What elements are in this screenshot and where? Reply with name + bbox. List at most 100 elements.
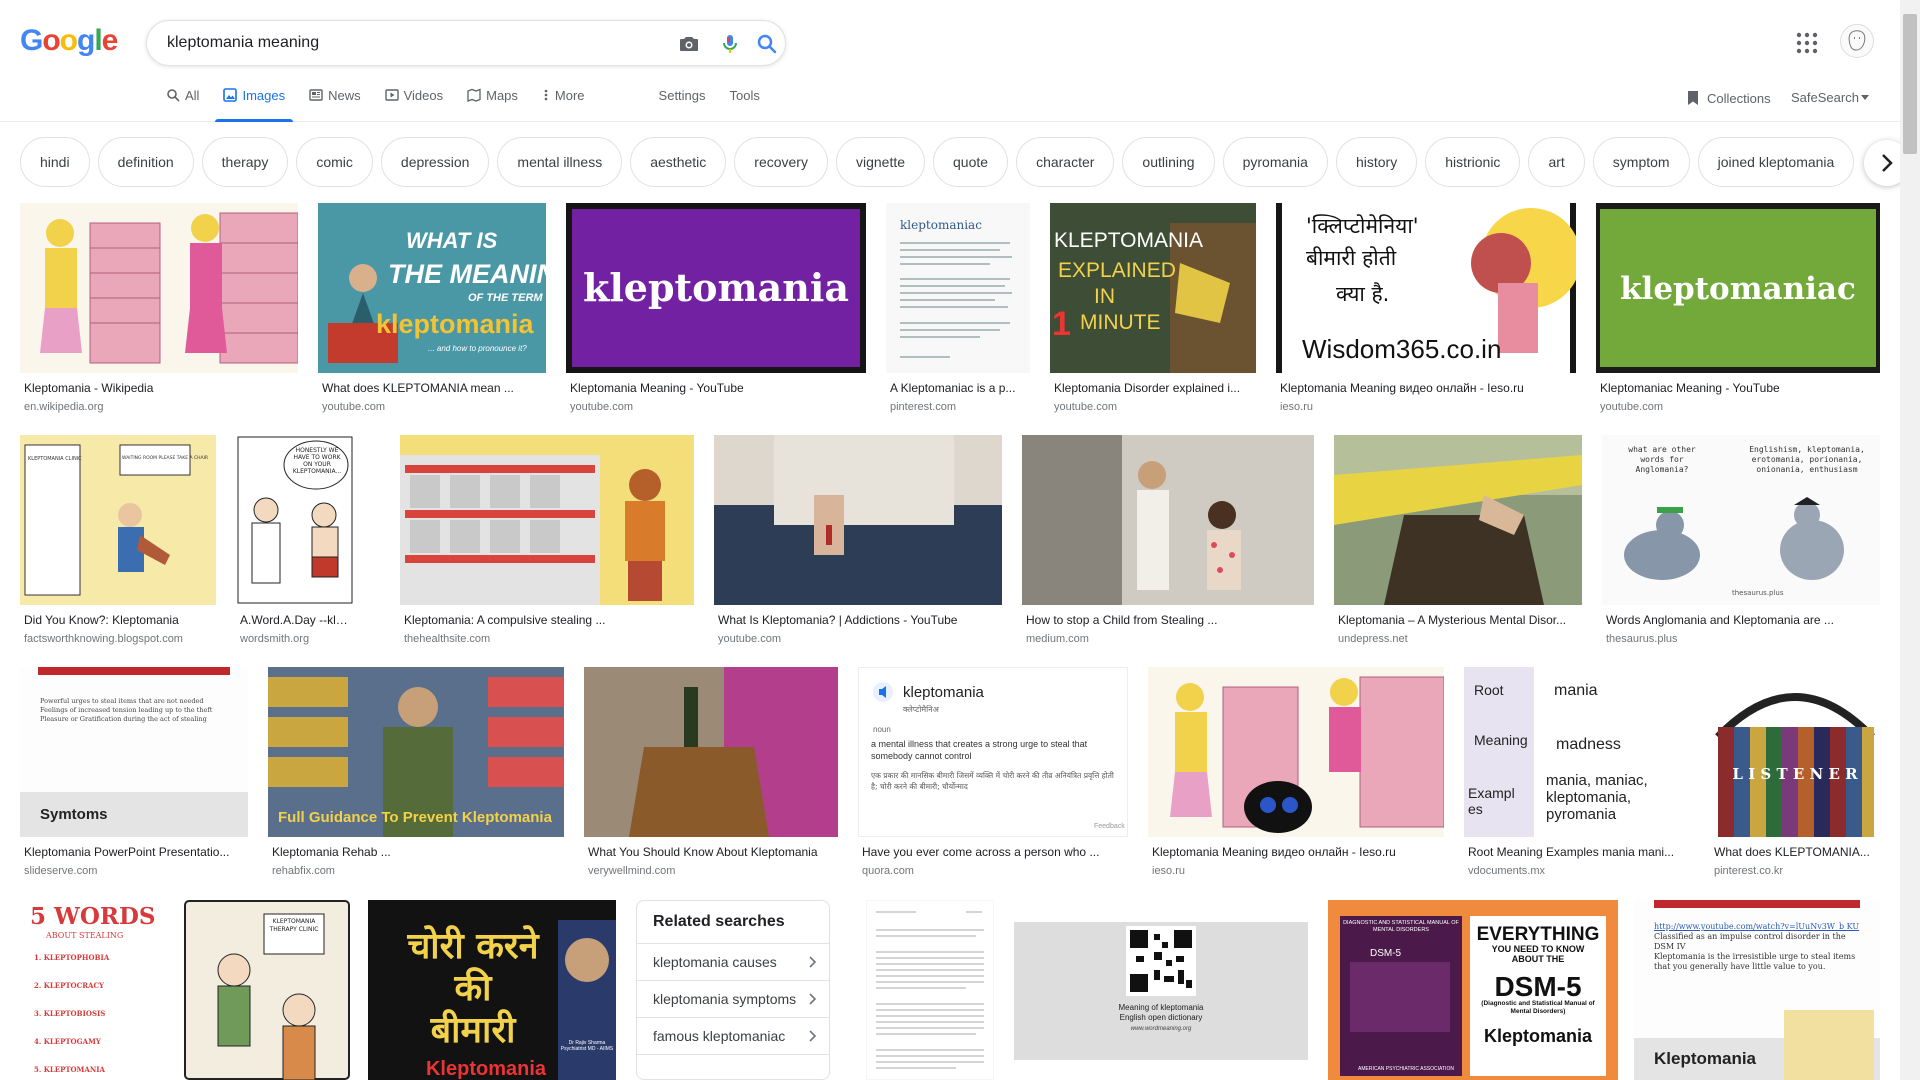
result-thumbnail[interactable]: kleptomaniac <box>886 203 1030 373</box>
page-scrollbar[interactable] <box>1900 0 1920 1080</box>
search-input[interactable] <box>167 31 637 55</box>
result-thumbnail[interactable] <box>714 435 1002 605</box>
chip[interactable]: character <box>1016 137 1115 187</box>
result-source[interactable]: thehealthsite.com <box>404 633 694 645</box>
chip[interactable]: outlining <box>1122 137 1215 187</box>
result-title[interactable]: How to stop a Child from Stealing ... <box>1026 613 1314 627</box>
image-result[interactable]: Kleptomania - Wikipedia en.wikipedia.org <box>20 203 298 418</box>
result-thumbnail[interactable]: kleptomania <box>566 203 866 373</box>
image-result[interactable]: How to stop a Child from Stealing ... me… <box>1022 435 1314 650</box>
result-title[interactable]: Words Anglomania and Kleptomania are ... <box>1606 613 1880 627</box>
result-thumbnail[interactable]: kleptomaniac <box>1596 203 1880 373</box>
chip[interactable]: histrionic <box>1425 137 1521 187</box>
result-thumbnail[interactable] <box>866 900 994 1080</box>
image-result[interactable]: http://www.youtube.com/watch?v=lUuNv3W_b… <box>1634 900 1880 1080</box>
account-avatar[interactable] <box>1840 24 1874 58</box>
result-thumbnail[interactable]: KLEPTOMANIA THERAPY CLINIC <box>184 900 350 1080</box>
chip[interactable]: aesthetic <box>630 137 727 187</box>
chip[interactable]: mental illness <box>497 137 623 187</box>
tab-maps[interactable]: Maps <box>467 88 518 122</box>
apps-grid-icon[interactable] <box>1796 32 1818 54</box>
result-thumbnail[interactable] <box>400 435 694 605</box>
result-source[interactable]: youtube.com <box>570 401 864 413</box>
result-thumbnail[interactable]: Full Guidance To Prevent Kleptomania <box>268 667 564 837</box>
result-source[interactable]: ieso.ru <box>1152 865 1444 877</box>
result-title[interactable]: Kleptomania - Wikipedia <box>24 381 294 395</box>
result-title[interactable]: What does KLEPTOMANIA mean ... <box>322 381 544 395</box>
tab-videos[interactable]: Videos <box>384 88 443 122</box>
result-title[interactable]: Kleptomania Meaning видео онлайн - Ieso.… <box>1280 381 1576 395</box>
result-title[interactable]: Kleptomania PowerPoint Presentatio... <box>24 845 248 859</box>
image-result[interactable]: What Is Kleptomania? | Addictions - YouT… <box>714 435 1002 650</box>
result-thumbnail[interactable]: Powerful urges to steal items that are n… <box>20 667 248 837</box>
result-thumbnail[interactable]: 5 WORDS ABOUT STEALING 1. KLEPTOPHOBIA 2… <box>20 900 166 1080</box>
chip[interactable]: recovery <box>734 137 828 187</box>
result-thumbnail[interactable]: 'क्लिप्टोमेनिया' बीमारी होती क्या है. Wi… <box>1276 203 1576 373</box>
result-source[interactable]: youtube.com <box>718 633 1002 645</box>
safesearch-dropdown[interactable]: SafeSearch <box>1791 90 1869 105</box>
chip[interactable]: depression <box>380 137 490 187</box>
related-search-item[interactable]: kleptomania symptoms <box>637 981 829 1018</box>
result-thumbnail[interactable] <box>1334 435 1582 605</box>
result-thumbnail[interactable]: kleptomania क्लेप्टोमैनिअ noun a mental … <box>858 667 1128 837</box>
chip[interactable]: therapy <box>201 137 289 187</box>
result-title[interactable]: Kleptomania – A Mysterious Mental Disor.… <box>1338 613 1582 627</box>
result-thumbnail[interactable] <box>20 203 298 373</box>
result-title[interactable]: A.Word.A.Day --klepto... <box>240 613 354 627</box>
image-result[interactable]: KLEPTOMANIA EXPLAINED IN 1 MINUTE Klepto… <box>1050 203 1256 418</box>
result-thumbnail[interactable]: HONESTLY WE HAVE TO WORK ON YOUR KLEPTOM… <box>236 435 354 605</box>
image-result[interactable]: Full Guidance To Prevent Kleptomania Kle… <box>268 667 564 882</box>
image-result[interactable]: 5 WORDS ABOUT STEALING 1. KLEPTOPHOBIA 2… <box>20 900 166 1080</box>
result-thumbnail[interactable]: what are other words for Anglomania? Eng… <box>1602 435 1880 605</box>
result-source[interactable]: medium.com <box>1026 633 1314 645</box>
result-source[interactable]: wordsmith.org <box>240 633 354 645</box>
result-thumbnail[interactable]: KLEPTOMANIA EXPLAINED IN 1 MINUTE <box>1050 203 1256 373</box>
image-result[interactable]: Powerful urges to steal items that are n… <box>20 667 248 882</box>
chip[interactable]: definition <box>97 137 194 187</box>
image-result[interactable]: what are other words for Anglomania? Eng… <box>1602 435 1880 650</box>
chip[interactable]: history <box>1335 137 1418 187</box>
result-title[interactable]: Have you ever come across a person who .… <box>862 845 1128 859</box>
result-thumbnail[interactable] <box>1148 667 1444 837</box>
result-thumbnail[interactable]: L I S T E N E R <box>1710 667 1880 837</box>
result-source[interactable]: youtube.com <box>1054 401 1254 413</box>
result-source[interactable]: factsworthknowing.blogspot.com <box>24 633 216 645</box>
image-result[interactable]: चोरी करने की बीमारी Kleptomania Dr Rajiv… <box>368 900 616 1080</box>
result-title[interactable]: Root Meaning Examples mania mani... <box>1468 845 1690 859</box>
chip[interactable]: art <box>1528 137 1585 187</box>
image-result[interactable]: KLEPTOMANIA THERAPY CLINIC <box>184 900 350 1080</box>
result-source[interactable]: thesaurus.plus <box>1606 633 1880 645</box>
image-result[interactable]: 'क्लिप्टोमेनिया' बीमारी होती क्या है. Wi… <box>1276 203 1576 418</box>
result-title[interactable]: Kleptomania Disorder explained i... <box>1054 381 1254 395</box>
chip[interactable]: comic <box>296 137 373 187</box>
related-search-item[interactable]: famous kleptomaniac <box>637 1018 829 1055</box>
result-title[interactable]: Kleptomaniac Meaning - YouTube <box>1600 381 1880 395</box>
microphone-icon[interactable] <box>718 32 742 56</box>
image-result[interactable]: WHAT IS THE MEANING OF THE TERM kleptoma… <box>318 203 546 418</box>
tab-settings[interactable]: Settings <box>659 88 706 122</box>
image-result[interactable]: kleptomania Kleptomania Meaning - YouTub… <box>566 203 866 418</box>
result-thumbnail[interactable]: Meaning of kleptomania English open dict… <box>1014 900 1308 1080</box>
chip[interactable]: vignette <box>835 137 926 187</box>
image-result[interactable]: KLEPTOMANIA CLINIC WAITING ROOM PLEASE T… <box>20 435 216 650</box>
image-result[interactable]: kleptomaniac A Kleptomaniac is a p... pi… <box>886 203 1030 418</box>
search-icon[interactable] <box>755 32 779 56</box>
chip[interactable]: pyromania <box>1222 137 1328 187</box>
chip[interactable]: joined kleptomania <box>1697 137 1855 187</box>
image-result[interactable]: DIAGNOSTIC AND STATISTICAL MANUAL OF MEN… <box>1328 900 1618 1080</box>
image-result[interactable]: kleptomaniac Kleptomaniac Meaning - YouT… <box>1596 203 1880 418</box>
result-title[interactable]: Kleptomania Rehab ... <box>272 845 564 859</box>
image-result[interactable]: HONESTLY WE HAVE TO WORK ON YOUR KLEPTOM… <box>236 435 354 650</box>
result-source[interactable]: pinterest.co.kr <box>1714 865 1880 877</box>
tab-tools[interactable]: Tools <box>730 88 760 122</box>
result-thumbnail[interactable] <box>1022 435 1314 605</box>
result-source[interactable]: pinterest.com <box>890 401 1030 413</box>
result-source[interactable]: youtube.com <box>1600 401 1880 413</box>
result-title[interactable]: Did You Know?: Kleptomania <box>24 613 216 627</box>
image-result[interactable]: Root mania Meaning madness Exampl es man… <box>1464 667 1690 882</box>
chip[interactable]: symptom <box>1592 137 1690 187</box>
image-result[interactable]: Kleptomania – A Mysterious Mental Disor.… <box>1334 435 1582 650</box>
result-source[interactable]: en.wikipedia.org <box>24 401 294 413</box>
result-source[interactable]: ieso.ru <box>1280 401 1576 413</box>
result-source[interactable]: quora.com <box>862 865 1128 877</box>
